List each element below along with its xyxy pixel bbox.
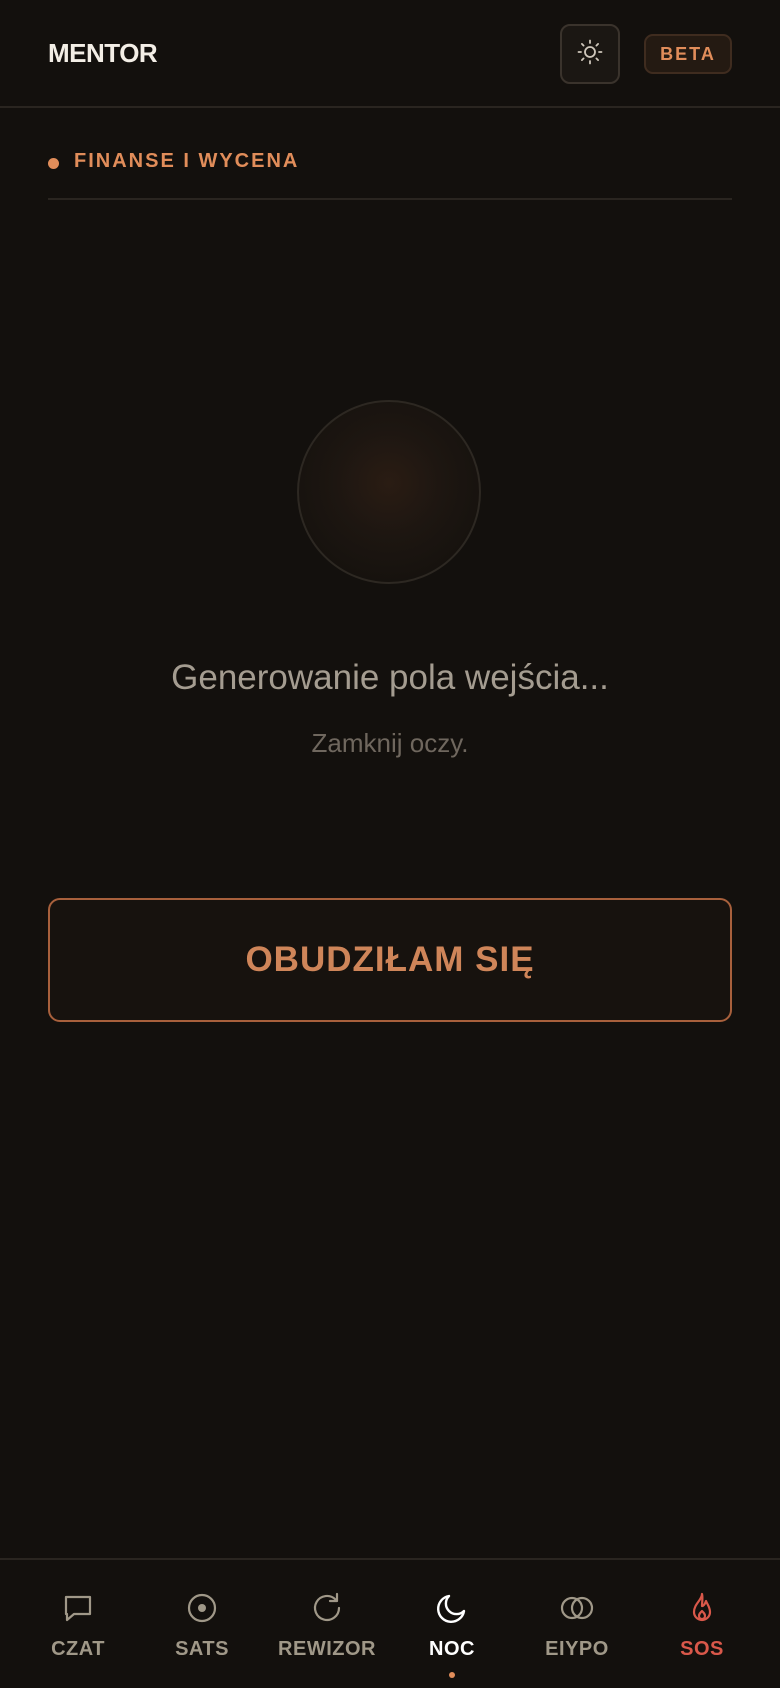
nav-item-sos[interactable]: SOS <box>637 1560 767 1688</box>
chat-icon <box>61 1591 95 1630</box>
nav-label-sats: SATS <box>175 1638 229 1660</box>
section-header: FINANSE I WYCENA <box>48 148 732 200</box>
nav-item-noc[interactable]: NOC <box>387 1560 517 1688</box>
active-indicator-dot <box>449 1672 455 1678</box>
nav-label-sos: SOS <box>680 1638 724 1660</box>
nav-item-czat[interactable]: CZAT <box>13 1560 143 1688</box>
bottom-nav: CZAT SATS REWIZOR NOC EIYPO SOS <box>0 1558 780 1688</box>
nav-label-noc: NOC <box>429 1638 475 1660</box>
app-title: MENTOR <box>48 38 158 68</box>
nav-label-eiypo: EIYPO <box>545 1638 609 1660</box>
header: MENTOR BETA <box>0 0 780 108</box>
refresh-icon <box>310 1591 344 1630</box>
section-label: FINANSE I WYCENA <box>74 150 300 172</box>
nav-item-eiypo[interactable]: EIYPO <box>512 1560 642 1688</box>
nav-label-rewizor: REWIZOR <box>278 1638 376 1660</box>
nav-item-sats[interactable]: SATS <box>137 1560 267 1688</box>
beta-badge: BETA <box>644 34 732 74</box>
wake-up-button[interactable]: OBUDZIŁAM SIĘ <box>48 898 732 1022</box>
theme-toggle-button[interactable] <box>560 24 620 84</box>
status-title: Generowanie pola wejścia... <box>171 658 609 697</box>
status-subtitle: Zamknij oczy. <box>311 728 469 758</box>
moon-icon <box>435 1591 469 1630</box>
nav-label-czat: CZAT <box>51 1638 105 1660</box>
section-dot <box>48 158 59 169</box>
breathing-orb <box>297 400 481 584</box>
flame-icon <box>685 1591 719 1630</box>
nav-item-rewizor[interactable]: REWIZOR <box>262 1560 392 1688</box>
target-icon <box>185 1591 219 1630</box>
circles-icon <box>559 1591 595 1630</box>
sun-icon <box>576 38 604 71</box>
